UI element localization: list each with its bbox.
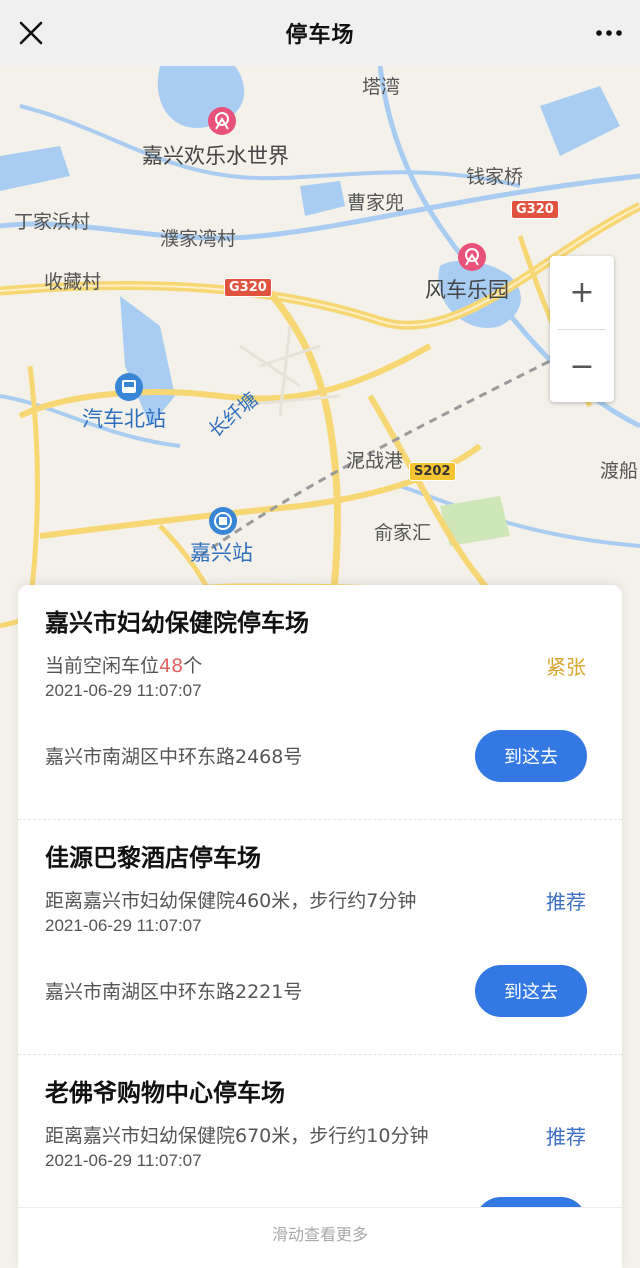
status-badge: 紧张 <box>546 655 586 679</box>
train-station-icon[interactable] <box>208 506 238 536</box>
zoom-out-button[interactable]: − <box>550 330 614 403</box>
close-icon[interactable] <box>14 16 48 50</box>
parking-name: 老佛爷购物中心停车场 <box>45 1079 285 1107</box>
update-time: 2021-06-29 11:07:07 <box>45 916 202 935</box>
ferris-wheel-icon[interactable] <box>207 106 237 136</box>
map-label-windmill-park: 风车乐园 <box>425 278 509 302</box>
ferris-wheel-icon[interactable] <box>457 242 487 272</box>
map-label-qianjiaqiao: 钱家桥 <box>466 166 524 188</box>
map-label-pujiawan: 濮家湾村 <box>160 228 237 250</box>
update-time: 2021-06-29 11:07:07 <box>45 681 202 700</box>
map-label-caojiadou: 曹家兜 <box>347 192 405 214</box>
map-label-jiaxing-station: 嘉兴站 <box>190 541 253 565</box>
parking-list-panel[interactable]: 嘉兴市妇幼保健院停车场 当前空闲车位48个 紧张 2021-06-29 11:0… <box>18 585 622 1268</box>
more-dots-icon[interactable] <box>592 16 626 50</box>
zoom-control: + − <box>550 256 614 402</box>
parking-address: 嘉兴市南湖区中环东路2221号 <box>45 981 303 1003</box>
parking-card[interactable]: 嘉兴市妇幼保健院停车场 当前空闲车位48个 紧张 2021-06-29 11:0… <box>18 585 622 819</box>
availability-prefix: 当前空闲车位 <box>45 655 160 677</box>
availability-count: 48 <box>159 655 184 677</box>
update-time: 2021-06-29 11:07:07 <box>45 1151 202 1170</box>
availability-suffix: 个 <box>183 655 203 677</box>
parking-name: 嘉兴市妇幼保健院停车场 <box>45 609 309 637</box>
map-label-tawan: 塔湾 <box>362 76 401 98</box>
top-bar: 停车场 <box>0 0 640 66</box>
parking-availability: 当前空闲车位48个 <box>45 651 202 678</box>
navigate-button[interactable]: 到这去 <box>475 965 587 1017</box>
map-label-dingjiabang: 丁家浜村 <box>14 211 91 233</box>
parking-name: 佳源巴黎酒店停车场 <box>45 844 261 872</box>
status-badge: 推荐 <box>546 890 586 914</box>
navigate-button[interactable]: 到这去 <box>475 730 587 782</box>
parking-distance: 距离嘉兴市妇幼保健院460米，步行约7分钟 <box>45 890 417 912</box>
map-label-duchuan: 渡船 <box>600 460 639 482</box>
bus-icon[interactable] <box>114 372 144 402</box>
highway-shield-s202: S202 <box>409 462 456 481</box>
map-label-nianzhangang: 泥战港 <box>346 450 404 472</box>
map-label-bus-north: 汽车北站 <box>82 407 166 431</box>
zoom-in-button[interactable]: + <box>550 256 614 329</box>
load-more-hint[interactable]: 滑动查看更多 <box>18 1207 622 1258</box>
parking-card[interactable]: 佳源巴黎酒店停车场 距离嘉兴市妇幼保健院460米，步行约7分钟 推荐 2021-… <box>18 820 622 1054</box>
map-label-shoucang: 收藏村 <box>44 271 102 293</box>
page-title: 停车场 <box>285 23 355 48</box>
highway-shield-g320: G320 <box>511 200 559 219</box>
parking-address: 嘉兴市南湖区中环东路2468号 <box>45 746 303 768</box>
status-badge: 推荐 <box>546 1125 586 1149</box>
map-label-water-park: 嘉兴欢乐水世界 <box>142 144 289 168</box>
highway-shield-g320: G320 <box>224 278 272 297</box>
parking-distance: 距离嘉兴市妇幼保健院670米，步行约10分钟 <box>45 1125 429 1147</box>
map-label-yujiahui: 俞家汇 <box>374 522 432 544</box>
